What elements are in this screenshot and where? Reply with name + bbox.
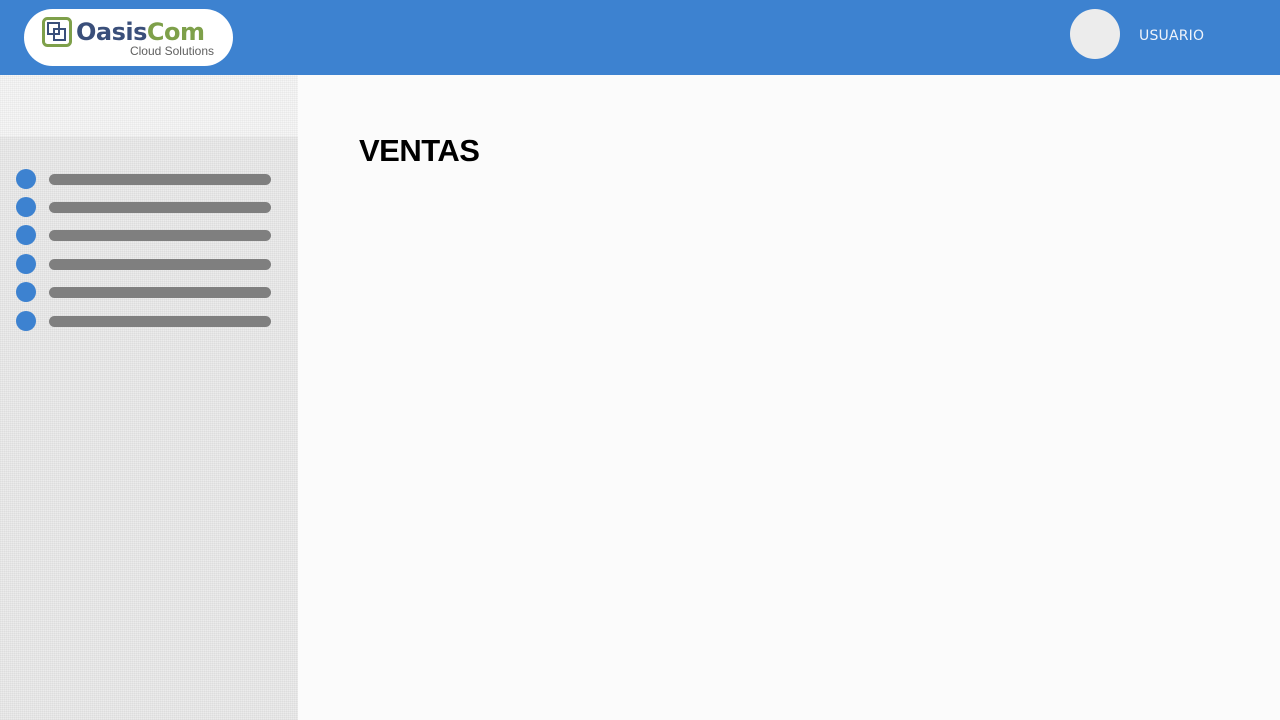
top-header: OasisCom Cloud Solutions USUARIO	[0, 0, 1280, 75]
brand-name-part1: Oasis	[76, 18, 147, 46]
sidebar-item-6[interactable]	[16, 310, 274, 332]
sidebar-item-placeholder	[49, 174, 271, 185]
sidebar-item-placeholder	[49, 230, 271, 241]
sidebar-item-3[interactable]	[16, 224, 274, 246]
brand-name: OasisCom	[76, 17, 205, 47]
bullet-icon	[16, 282, 36, 302]
sidebar-header	[0, 75, 298, 137]
sidebar-item-placeholder	[49, 287, 271, 298]
bullet-icon	[16, 225, 36, 245]
sidebar-item-placeholder	[49, 202, 271, 213]
sidebar-item-1[interactable]	[16, 168, 274, 190]
bullet-icon	[16, 197, 36, 217]
bullet-icon	[16, 311, 36, 331]
user-label[interactable]: USUARIO	[1139, 28, 1204, 44]
overlapping-squares-logo-icon	[42, 17, 72, 47]
sidebar-item-placeholder	[49, 316, 271, 327]
sidebar-item-5[interactable]	[16, 281, 274, 303]
bullet-icon	[16, 254, 36, 274]
brand-logo[interactable]: OasisCom Cloud Solutions	[24, 9, 233, 66]
sidebar-item-4[interactable]	[16, 253, 274, 275]
sidebar-item-2[interactable]	[16, 196, 274, 218]
brand-tagline: Cloud Solutions	[129, 44, 214, 58]
brand-name-part2: Com	[146, 18, 205, 46]
page-title: VENTAS	[359, 133, 480, 168]
user-avatar[interactable]	[1070, 9, 1120, 59]
bullet-icon	[16, 169, 36, 189]
sidebar	[0, 75, 298, 720]
sidebar-item-placeholder	[49, 259, 271, 270]
